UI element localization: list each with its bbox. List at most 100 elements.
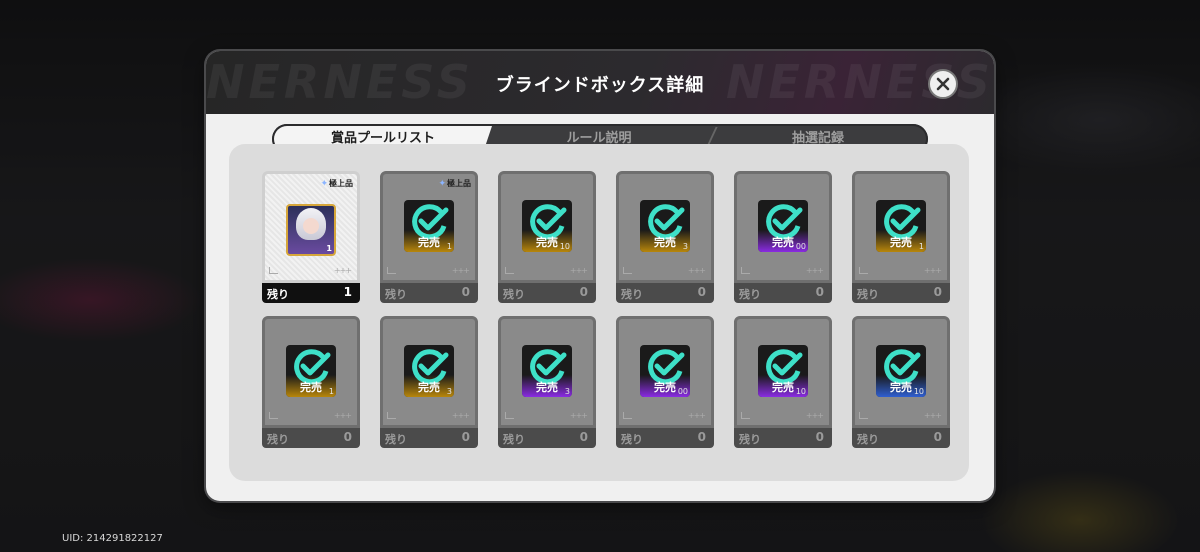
prize-item-icon: 10 完売 bbox=[758, 345, 808, 397]
sold-out-label: 完売 bbox=[300, 381, 322, 394]
remaining-count: 0 bbox=[933, 285, 942, 299]
top-grade-badge: 極上品 bbox=[438, 178, 471, 189]
corner-deco-icon bbox=[387, 267, 396, 274]
remaining-label: 残り bbox=[739, 288, 761, 301]
remaining-bar: 残り 0 bbox=[616, 428, 714, 448]
corner-deco-icon bbox=[741, 267, 750, 274]
remaining-bar: 残り 0 bbox=[498, 283, 596, 303]
prize-card[interactable]: 1 完売 +++ 残り 0 bbox=[262, 316, 360, 448]
corner-deco-icon bbox=[623, 267, 632, 274]
remaining-label: 残り bbox=[503, 433, 525, 446]
prize-card-face: 10 完売 +++ bbox=[852, 316, 950, 428]
corner-deco-icon bbox=[859, 267, 868, 274]
user-id-label: UID: 214291822127 bbox=[62, 533, 163, 544]
top-grade-badge: 極上品 bbox=[320, 178, 353, 189]
plus-deco-icon: +++ bbox=[687, 411, 706, 420]
remaining-count: 0 bbox=[697, 285, 706, 299]
remaining-count: 0 bbox=[815, 285, 824, 299]
remaining-bar: 残り 0 bbox=[852, 283, 950, 303]
sold-out-label: 完売 bbox=[536, 236, 558, 249]
plus-deco-icon: +++ bbox=[805, 266, 824, 275]
prize-card[interactable]: 3 完売 +++ 残り 0 bbox=[616, 171, 714, 303]
prize-card-face: 3 完売 +++ bbox=[380, 316, 478, 428]
prize-card-face: 1 完売 +++ bbox=[852, 171, 950, 283]
remaining-label: 残り bbox=[857, 433, 879, 446]
remaining-bar: 残り 1 bbox=[262, 283, 360, 303]
portrait-face bbox=[303, 218, 319, 234]
corner-deco-icon bbox=[269, 267, 278, 274]
prize-card[interactable]: 極上品 1 +++ 残り 1 bbox=[262, 171, 360, 303]
sold-out-label: 完売 bbox=[772, 236, 794, 249]
prize-quantity: 1 bbox=[326, 244, 332, 253]
sold-out-label: 完売 bbox=[654, 381, 676, 394]
prize-card[interactable]: 00 完売 +++ 残り 0 bbox=[616, 316, 714, 448]
prize-item-icon: 10 完売 bbox=[522, 200, 572, 252]
prize-card-face: 極上品 1完売 +++ bbox=[380, 171, 478, 283]
corner-deco-icon bbox=[505, 267, 514, 274]
remaining-bar: 残り 0 bbox=[262, 428, 360, 448]
prize-card-face: 10 完売 +++ bbox=[734, 316, 832, 428]
plus-deco-icon: +++ bbox=[923, 266, 942, 275]
prize-item-icon: 10 完売 bbox=[876, 345, 926, 397]
close-button[interactable] bbox=[928, 69, 958, 99]
sold-out-label: 完売 bbox=[536, 381, 558, 394]
prize-item-icon: 3 完売 bbox=[640, 200, 690, 252]
remaining-count: 1 bbox=[343, 285, 352, 299]
corner-deco-icon bbox=[505, 412, 514, 419]
prize-card-face: 1 完売 +++ bbox=[262, 316, 360, 428]
remaining-label: 残り bbox=[503, 288, 525, 301]
sold-out-label: 完売 bbox=[654, 236, 676, 249]
prize-card[interactable]: 10 完売 +++ 残り 0 bbox=[852, 316, 950, 448]
prize-card-face: 極上品 1 +++ bbox=[262, 171, 360, 283]
remaining-bar: 残り 0 bbox=[498, 428, 596, 448]
prize-card-face: 10 完売 +++ bbox=[498, 171, 596, 283]
prize-card[interactable]: 3 完売 +++ 残り 0 bbox=[498, 316, 596, 448]
sold-out-label: 完売 bbox=[890, 381, 912, 394]
prize-card-face: 00 完売 +++ bbox=[734, 171, 832, 283]
prize-card-face: 3 完売 +++ bbox=[498, 316, 596, 428]
prize-card[interactable]: 1 完売 +++ 残り 0 bbox=[852, 171, 950, 303]
plus-deco-icon: +++ bbox=[333, 411, 352, 420]
remaining-bar: 残り 0 bbox=[380, 283, 478, 303]
plus-deco-icon: +++ bbox=[923, 411, 942, 420]
plus-deco-icon: +++ bbox=[687, 266, 706, 275]
plus-deco-icon: +++ bbox=[569, 266, 588, 275]
plus-deco-icon: +++ bbox=[333, 266, 352, 275]
remaining-count: 0 bbox=[461, 285, 470, 299]
plus-deco-icon: +++ bbox=[451, 266, 470, 275]
remaining-count: 0 bbox=[933, 430, 942, 444]
prize-item-icon: 00 完売 bbox=[640, 345, 690, 397]
plus-deco-icon: +++ bbox=[451, 411, 470, 420]
prize-card[interactable]: 極上品 1完売 +++ 残り 0 bbox=[380, 171, 478, 303]
plus-deco-icon: +++ bbox=[805, 411, 824, 420]
remaining-count: 0 bbox=[343, 430, 352, 444]
character-portrait: 1 bbox=[286, 204, 336, 256]
remaining-bar: 残り 0 bbox=[734, 428, 832, 448]
remaining-label: 残り bbox=[621, 433, 643, 446]
corner-deco-icon bbox=[741, 412, 750, 419]
corner-deco-icon bbox=[387, 412, 396, 419]
corner-deco-icon bbox=[859, 412, 868, 419]
remaining-label: 残り bbox=[857, 288, 879, 301]
close-icon bbox=[936, 77, 950, 91]
remaining-count: 0 bbox=[815, 430, 824, 444]
prize-pool-panel: 極上品 1 +++ 残り 1 極上品 1完売 +++ 残り 0 10完売 +++ 残り 0 3完売 +++ 残り… bbox=[229, 144, 969, 481]
prize-card[interactable]: 3 完売 +++ 残り 0 bbox=[380, 316, 478, 448]
prize-item-icon: 3 完売 bbox=[522, 345, 572, 397]
remaining-label: 残り bbox=[267, 433, 289, 446]
sold-out-label: 完売 bbox=[772, 381, 794, 394]
remaining-bar: 残り 0 bbox=[380, 428, 478, 448]
dialog-title: ブラインドボックス詳細 bbox=[495, 75, 705, 96]
prize-card[interactable]: 10 完売 +++ 残り 0 bbox=[498, 171, 596, 303]
plus-deco-icon: +++ bbox=[569, 411, 588, 420]
prize-card[interactable]: 00 完売 +++ 残り 0 bbox=[734, 171, 832, 303]
prize-card-face: 00 完売 +++ bbox=[616, 316, 714, 428]
remaining-label: 残り bbox=[621, 288, 643, 301]
prize-item-icon: 1 完売 bbox=[404, 200, 454, 252]
sold-out-label: 完売 bbox=[418, 236, 440, 249]
remaining-bar: 残り 0 bbox=[616, 283, 714, 303]
remaining-label: 残り bbox=[739, 433, 761, 446]
corner-deco-icon bbox=[269, 412, 278, 419]
blind-box-detail-dialog: NERNESS NERNESS ブラインドボックス詳細 賞品プールリスト ルール… bbox=[206, 51, 994, 501]
prize-card[interactable]: 10 完売 +++ 残り 0 bbox=[734, 316, 832, 448]
